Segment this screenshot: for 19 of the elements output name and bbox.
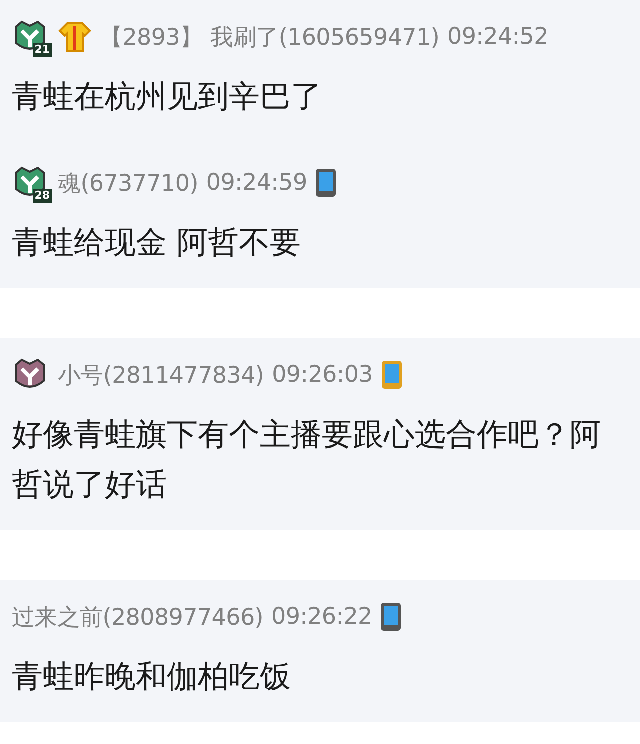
phone-icon bbox=[315, 168, 338, 198]
message-text: 青蛙昨晚和伽柏吃饭 bbox=[12, 658, 292, 697]
message-time: 09:26:03 bbox=[272, 362, 373, 388]
message-time: 09:26:22 bbox=[271, 604, 372, 630]
sender-name: 小号(2811477834) bbox=[58, 362, 264, 390]
level-number: 28 bbox=[32, 189, 52, 203]
sender-name: 魂(6737710) bbox=[58, 170, 198, 198]
message-text: 青蛙给现金 阿哲不要 bbox=[12, 224, 302, 263]
sender-name: 我刷了(1605659471) bbox=[210, 24, 440, 52]
message-time: 09:24:59 bbox=[206, 170, 308, 196]
message-time: 09:24:52 bbox=[448, 24, 548, 50]
message-text: 青蛙在杭州见到辛巴了 bbox=[12, 78, 323, 117]
shirt-icon bbox=[58, 20, 92, 54]
phone-icon bbox=[380, 602, 402, 632]
phone-icon bbox=[381, 360, 403, 390]
member-tag: 【2893】 bbox=[100, 22, 203, 52]
level-number: 21 bbox=[32, 43, 52, 57]
sender-name: 过来之前(2808977466) bbox=[12, 604, 264, 632]
message-text: 好像青蛙旗下有个主播要跟心选合作吧？阿哲说了好话 bbox=[12, 416, 602, 505]
